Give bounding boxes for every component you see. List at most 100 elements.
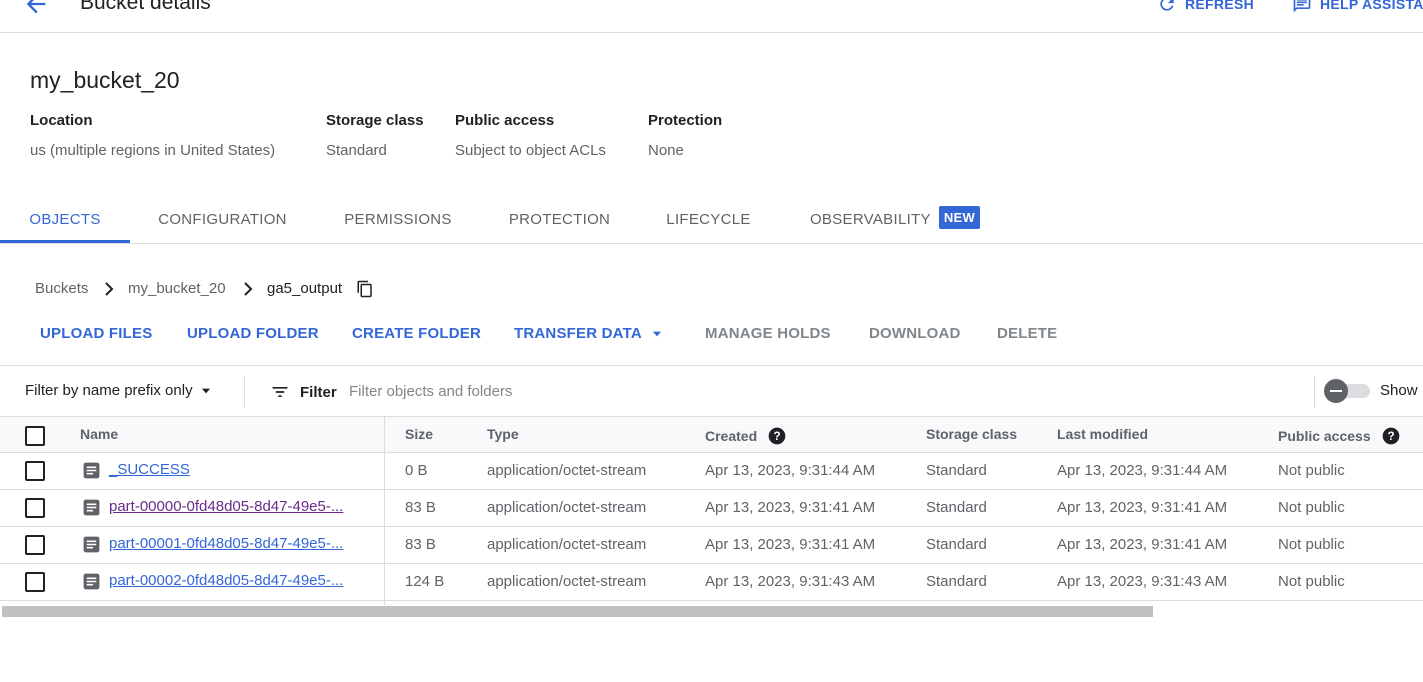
filter-list-icon xyxy=(272,387,288,397)
file-created: Apr 13, 2023, 9:31:41 AM xyxy=(705,499,876,516)
transfer-data-button[interactable]: TRANSFER DATA xyxy=(514,325,664,342)
file-public-access: Not public xyxy=(1278,536,1345,553)
file-size: 0 B xyxy=(405,462,428,479)
column-header-last-modified[interactable]: Last modified xyxy=(1057,426,1148,442)
create-folder-button[interactable]: CREATE FOLDER xyxy=(352,325,481,342)
new-badge: NEW xyxy=(938,206,981,229)
protection-label: Protection xyxy=(648,112,723,129)
protection-value: None xyxy=(648,142,684,159)
file-storage-class: Standard xyxy=(926,499,987,516)
table-row: part-00002-0fd48d05-8d47-49e5-... 124 B … xyxy=(0,564,1423,601)
svg-text:?: ? xyxy=(774,430,781,443)
copy-icon[interactable] xyxy=(356,280,374,298)
column-header-type[interactable]: Type xyxy=(487,426,519,442)
filter-mode-select[interactable]: Filter by name prefix only xyxy=(25,382,213,399)
file-storage-class: Standard xyxy=(926,573,987,590)
help-assistant-button[interactable]: HELP ASSISTA xyxy=(1292,0,1423,14)
breadcrumb-buckets[interactable]: Buckets xyxy=(35,280,88,297)
file-type: application/octet-stream xyxy=(487,499,647,516)
file-icon xyxy=(83,499,100,516)
column-header-size-label: Size xyxy=(405,426,434,442)
column-header-storage-class[interactable]: Storage class xyxy=(926,426,1017,442)
divider xyxy=(1314,376,1315,408)
location-label: Location xyxy=(30,112,93,129)
column-header-public-access-label: Public access xyxy=(1278,428,1371,444)
filter-button[interactable]: Filter xyxy=(270,382,337,402)
column-header-size[interactable]: Size xyxy=(405,426,433,442)
scrollbar-thumb[interactable] xyxy=(2,606,1153,617)
column-header-created[interactable]: Created ? xyxy=(705,426,787,446)
file-last-modified: Apr 13, 2023, 9:31:44 AM xyxy=(1057,462,1228,479)
delete-button[interactable]: DELETE xyxy=(997,325,1057,342)
tab-configuration[interactable]: CONFIGURATION xyxy=(145,196,300,243)
file-storage-class: Standard xyxy=(926,462,987,479)
file-last-modified: Apr 13, 2023, 9:31:41 AM xyxy=(1057,499,1228,516)
back-arrow-icon[interactable] xyxy=(22,0,50,18)
file-type: application/octet-stream xyxy=(487,573,647,590)
upload-files-button[interactable]: UPLOAD FILES xyxy=(40,325,152,342)
transfer-data-label: TRANSFER DATA xyxy=(514,325,642,342)
chat-icon xyxy=(1293,0,1311,13)
file-name-link[interactable]: part-00000-0fd48d05-8d47-49e5-... xyxy=(109,498,343,515)
bucket-details-page: Bucket details REFRESH HELP ASSISTA my_b… xyxy=(0,0,1423,682)
filter-mode-label: Filter by name prefix only xyxy=(25,382,193,399)
chevron-right-icon xyxy=(105,282,114,296)
chevron-right-icon xyxy=(244,282,253,296)
tab-observability[interactable]: OBSERVABILITY NEW xyxy=(800,196,990,243)
refresh-button[interactable]: REFRESH xyxy=(1157,0,1254,14)
show-toggle-label: Show xyxy=(1380,382,1418,399)
tab-permissions[interactable]: PERMISSIONS xyxy=(330,196,466,243)
file-name-link[interactable]: _SUCCESS xyxy=(109,461,190,478)
column-header-last-modified-label: Last modified xyxy=(1057,426,1149,442)
file-type: application/octet-stream xyxy=(487,536,647,553)
file-icon xyxy=(83,462,100,479)
file-name-link[interactable]: part-00002-0fd48d05-8d47-49e5-... xyxy=(109,572,343,589)
file-icon xyxy=(83,573,100,590)
tab-protection[interactable]: PROTECTION xyxy=(496,196,623,243)
row-checkbox[interactable] xyxy=(25,572,45,592)
column-header-name[interactable]: Name xyxy=(80,426,118,442)
column-header-public-access[interactable]: Public access ? xyxy=(1278,426,1401,446)
file-type: application/octet-stream xyxy=(487,462,647,479)
file-last-modified: Apr 13, 2023, 9:31:41 AM xyxy=(1057,536,1228,553)
filter-bar: Filter by name prefix only Filter Show xyxy=(0,365,1423,417)
toggle-knob xyxy=(1324,379,1348,403)
table-row: _SUCCESS 0 B application/octet-stream Ap… xyxy=(0,453,1423,490)
refresh-icon xyxy=(1160,0,1174,11)
file-icon xyxy=(83,536,100,553)
bucket-name: my_bucket_20 xyxy=(30,67,180,93)
file-created: Apr 13, 2023, 9:31:41 AM xyxy=(705,536,876,553)
refresh-label: REFRESH xyxy=(1185,0,1254,12)
filter-input[interactable] xyxy=(349,378,1049,404)
breadcrumb-bucket[interactable]: my_bucket_20 xyxy=(128,280,226,297)
download-button[interactable]: DOWNLOAD xyxy=(869,325,961,342)
location-value: us (multiple regions in United States) xyxy=(30,142,276,159)
file-size: 83 B xyxy=(405,499,436,516)
row-checkbox[interactable] xyxy=(25,498,45,518)
column-header-name-label: Name xyxy=(80,426,119,442)
tab-objects[interactable]: OBJECTS xyxy=(0,196,130,243)
horizontal-scrollbar[interactable] xyxy=(0,605,1423,619)
help-icon[interactable]: ? xyxy=(767,426,787,446)
help-icon[interactable]: ? xyxy=(1381,426,1401,446)
public-access-label: Public access xyxy=(455,112,555,129)
file-size: 83 B xyxy=(405,536,436,553)
upload-folder-button[interactable]: UPLOAD FOLDER xyxy=(187,325,319,342)
show-toggle[interactable] xyxy=(1324,379,1372,403)
row-checkbox[interactable] xyxy=(25,535,45,555)
column-header-storage-class-label: Storage class xyxy=(926,426,1018,442)
manage-holds-button[interactable]: MANAGE HOLDS xyxy=(705,325,831,342)
file-name-link[interactable]: part-00001-0fd48d05-8d47-49e5-... xyxy=(109,535,343,552)
breadcrumb-folder: ga5_output xyxy=(267,280,343,297)
row-checkbox[interactable] xyxy=(25,461,45,481)
table-row: part-00001-0fd48d05-8d47-49e5-... 83 B a… xyxy=(0,527,1423,564)
help-label: HELP ASSISTA xyxy=(1320,0,1423,12)
dropdown-arrow-icon xyxy=(652,331,661,336)
select-all-checkbox[interactable] xyxy=(25,426,45,446)
column-header-created-label: Created xyxy=(705,428,758,444)
storage-class-label: Storage class xyxy=(326,112,424,129)
table-row: part-00000-0fd48d05-8d47-49e5-... 83 B a… xyxy=(0,490,1423,527)
tab-lifecycle[interactable]: LIFECYCLE xyxy=(653,196,764,243)
file-size: 124 B xyxy=(405,573,445,590)
file-public-access: Not public xyxy=(1278,499,1345,516)
